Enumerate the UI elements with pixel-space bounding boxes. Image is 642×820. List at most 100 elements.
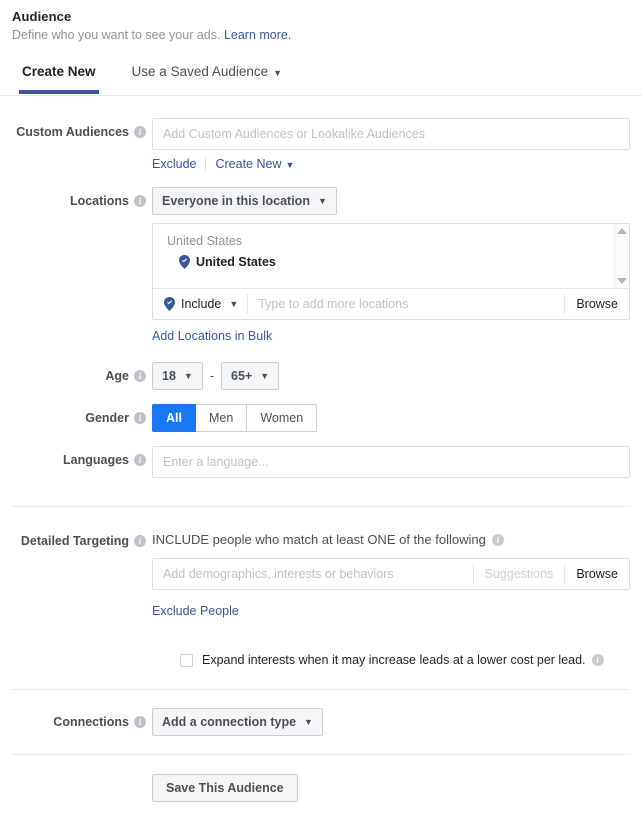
locations-input-row: Include ▼ Type to add more locations Bro… [153, 288, 629, 319]
detailed-targeting-input-row: Add demographics, interests or behaviors… [152, 558, 630, 590]
chevron-down-icon: ▼ [273, 68, 283, 78]
divider-icon [205, 157, 207, 171]
panel-header: Audience Define who you want to see your… [0, 0, 642, 44]
info-icon[interactable]: i [134, 716, 146, 728]
chevron-down-icon: ▼ [285, 160, 295, 170]
tab-create-new-label: Create New [22, 64, 96, 79]
save-audience-button[interactable]: Save This Audience [152, 774, 298, 802]
learn-more-link[interactable]: Learn more. [224, 28, 291, 42]
info-icon[interactable]: i [134, 126, 146, 138]
tab-use-saved-audience[interactable]: Use a Saved Audience ▼ [132, 63, 283, 95]
audience-panel: Audience Define who you want to see your… [0, 0, 642, 820]
row-locations: Locations i Everyone in this location ▼ … [0, 187, 642, 345]
age-max-dropdown[interactable]: 65+ ▼ [221, 362, 280, 390]
exclude-link[interactable]: Exclude [152, 157, 196, 171]
gender-option-women[interactable]: Women [247, 404, 318, 432]
expand-interests-label-text: Expand interests when it may increase le… [202, 653, 586, 667]
expand-interests-label: Expand interests when it may increase le… [202, 653, 604, 667]
gender-option-all[interactable]: All [152, 404, 196, 432]
custom-audiences-label: Custom Audiences i [12, 118, 152, 140]
gender-field: All Men Women [152, 404, 642, 432]
location-pin-icon [179, 255, 190, 269]
languages-label-text: Languages [63, 453, 129, 467]
list-item[interactable]: United States [153, 249, 629, 269]
locations-search-input[interactable]: Type to add more locations [248, 297, 564, 311]
chevron-down-icon: ▼ [183, 371, 193, 381]
gender-option-men[interactable]: Men [195, 404, 248, 432]
info-icon[interactable]: i [134, 370, 146, 382]
save-spacer [12, 774, 152, 780]
locations-label-text: Locations [69, 194, 129, 208]
info-icon[interactable]: i [134, 454, 146, 466]
connections-label-text: Connections [53, 715, 129, 729]
locations-list: United States United States [153, 224, 629, 288]
chevron-down-icon: ▼ [260, 371, 270, 381]
languages-field: Enter a language... [152, 446, 642, 478]
expand-interests-checkbox[interactable] [180, 653, 193, 667]
info-icon[interactable]: i [134, 535, 146, 547]
custom-audiences-input[interactable]: Add Custom Audiences or Lookalike Audien… [152, 118, 630, 150]
info-icon[interactable]: i [134, 195, 146, 207]
chevron-down-icon: ▼ [304, 717, 313, 727]
age-field: 18 ▼ - 65+ ▼ [152, 362, 642, 390]
create-new-audience-link[interactable]: Create New ▼ [215, 157, 294, 171]
languages-label: Languages i [12, 446, 152, 468]
info-icon[interactable]: i [134, 412, 146, 424]
gender-toggle-group: All Men Women [152, 404, 318, 432]
detailed-targeting-browse-button[interactable]: Browse [565, 567, 629, 581]
age-label-text: Age [105, 369, 129, 383]
row-custom-audiences: Custom Audiences i Add Custom Audiences … [0, 118, 642, 171]
locations-box: United States United States Include ▼ Ty… [152, 223, 630, 320]
custom-audiences-placeholder: Add Custom Audiences or Lookalike Audien… [163, 127, 425, 141]
exclude-people-link[interactable]: Exclude People [152, 604, 239, 618]
tab-create-new[interactable]: Create New [19, 63, 99, 94]
row-age: Age i 18 ▼ - 65+ ▼ [0, 362, 642, 390]
chevron-down-icon: ▼ [317, 196, 327, 206]
age-min-dropdown[interactable]: 18 ▼ [152, 362, 203, 390]
scroll-up-icon[interactable] [617, 228, 627, 234]
info-icon[interactable]: i [591, 654, 604, 666]
locations-browse-button[interactable]: Browse [565, 297, 629, 311]
section-divider [12, 754, 630, 755]
languages-input[interactable]: Enter a language... [152, 446, 630, 478]
gender-label: Gender i [12, 404, 152, 426]
detailed-targeting-label-text: Detailed Targeting [20, 534, 129, 548]
scroll-down-icon[interactable] [617, 278, 627, 284]
custom-audiences-label-text: Custom Audiences [16, 125, 129, 139]
page-subtitle-text: Define who you want to see your ads. [12, 28, 221, 42]
info-icon[interactable]: i [491, 534, 504, 546]
suggestions-button[interactable]: Suggestions [474, 567, 565, 581]
locations-label: Locations i [12, 187, 152, 209]
location-include-dropdown[interactable]: Include ▼ [153, 297, 247, 311]
connections-label: Connections i [12, 708, 152, 730]
locations-field: Everyone in this location ▼ United State… [152, 187, 642, 345]
locations-search-placeholder: Type to add more locations [258, 297, 409, 311]
add-locations-bulk-link[interactable]: Add Locations in Bulk [152, 329, 272, 343]
locations-scrollbar[interactable] [614, 224, 629, 288]
age-separator: - [209, 369, 214, 383]
section-divider [12, 689, 630, 690]
location-include-label: Include [181, 297, 222, 311]
connection-type-value: Add a connection type [162, 715, 297, 729]
row-languages: Languages i Enter a language... [0, 446, 642, 478]
gender-label-text: Gender [85, 411, 129, 425]
location-mode-dropdown[interactable]: Everyone in this location ▼ [152, 187, 337, 215]
chevron-down-icon: ▼ [229, 299, 239, 309]
connections-field: Add a connection type ▼ [152, 708, 642, 736]
row-connections: Connections i Add a connection type ▼ [0, 708, 642, 736]
languages-placeholder: Enter a language... [163, 455, 269, 469]
age-min-value: 18 [162, 369, 176, 383]
row-save-audience: Save This Audience [0, 774, 642, 802]
location-mode-value: Everyone in this location [162, 194, 310, 208]
detailed-targeting-field: INCLUDE people who match at least ONE of… [152, 527, 642, 620]
create-new-audience-label: Create New [215, 157, 282, 171]
tab-use-saved-audience-label: Use a Saved Audience [131, 64, 269, 79]
detailed-targeting-input[interactable]: Add demographics, interests or behaviors [153, 567, 473, 581]
section-divider [12, 506, 630, 507]
connection-type-dropdown[interactable]: Add a connection type ▼ [152, 708, 323, 736]
row-expand-interests: Expand interests when it may increase le… [0, 653, 642, 667]
save-field: Save This Audience [152, 774, 642, 802]
audience-tabs: Create New Use a Saved Audience ▼ [0, 63, 642, 96]
row-detailed-targeting: Detailed Targeting i INCLUDE people who … [0, 527, 642, 620]
detailed-targeting-placeholder: Add demographics, interests or behaviors [163, 567, 394, 581]
